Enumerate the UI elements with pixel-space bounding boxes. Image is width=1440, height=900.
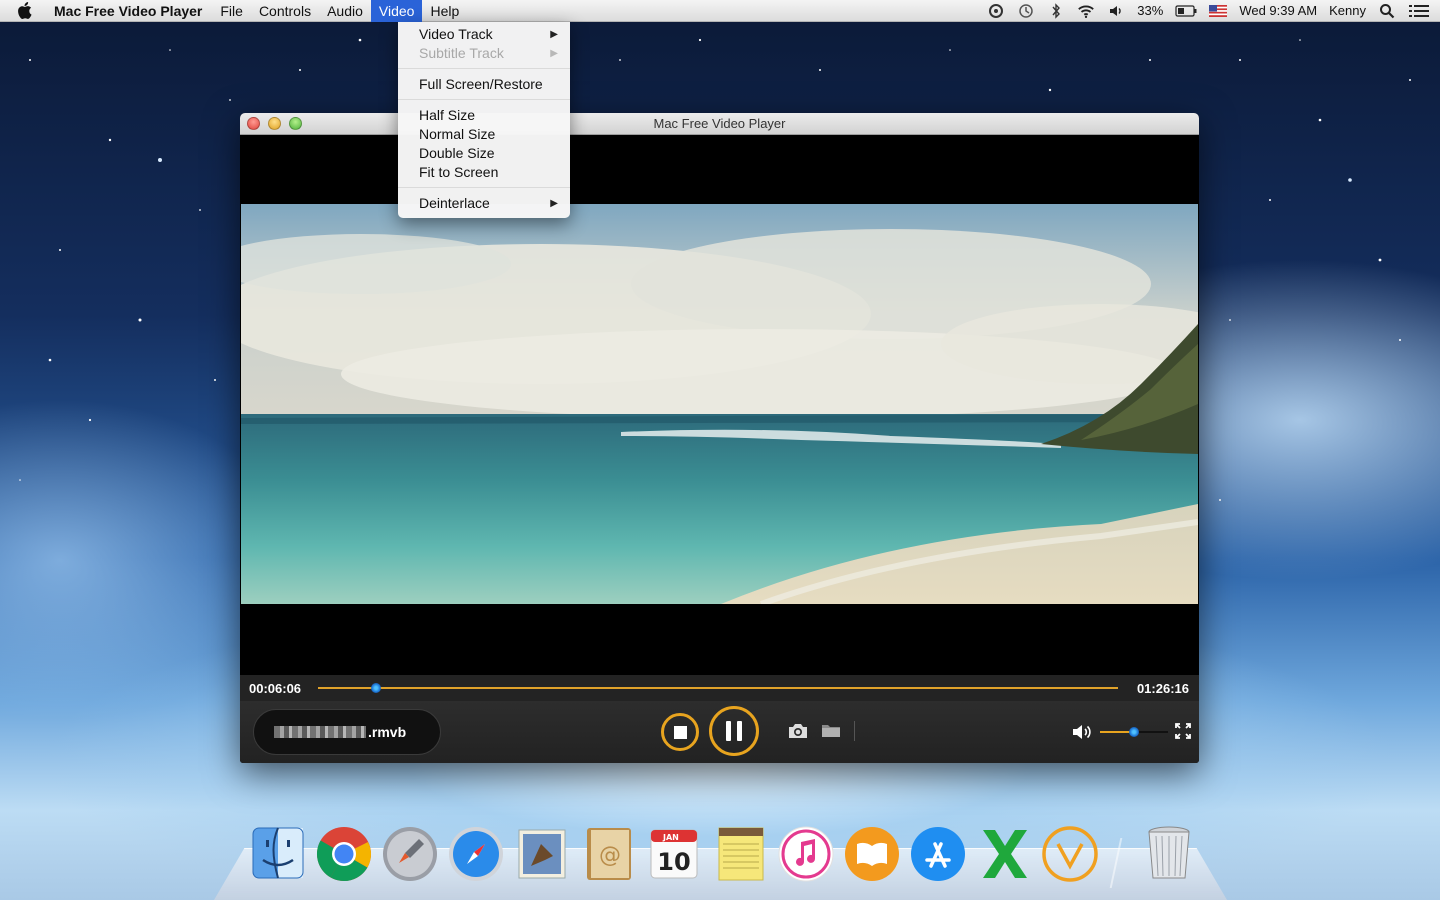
video-area[interactable] (241, 135, 1198, 675)
menu-item-label: Subtitle Track (419, 45, 504, 61)
search-icon[interactable] (1378, 2, 1396, 20)
total-time: 01:26:16 (1136, 680, 1189, 696)
menu-item-label: Half Size (419, 107, 476, 123)
dock: @ JAN 10 (245, 818, 1205, 888)
battery-icon[interactable] (1175, 2, 1197, 20)
menu-item-label: Normal Size (419, 126, 496, 142)
menu-bar: Mac Free Video Player File Controls Audi… (0, 0, 1440, 22)
fullscreen-icon[interactable] (1175, 723, 1191, 744)
menu-item-fit-to-screen[interactable]: Fit to Screen (398, 163, 570, 182)
app-store-icon[interactable] (909, 822, 967, 884)
mail-icon[interactable] (513, 822, 571, 884)
pause-button[interactable] (709, 706, 759, 756)
progress-row: 00:06:06 01:26:16 (240, 675, 1199, 701)
pause-icon (726, 721, 731, 741)
chrome-icon[interactable] (315, 822, 373, 884)
menu-item-label: Video Track (419, 26, 493, 42)
seek-bar[interactable] (318, 683, 1118, 693)
zoom-button[interactable] (289, 117, 302, 130)
volume-icon[interactable] (1107, 2, 1125, 20)
menu-item-subtitle-track: Subtitle Track ▶ (398, 44, 570, 63)
svg-text:@: @ (599, 843, 621, 868)
volume-icon[interactable] (1072, 723, 1094, 746)
video-frame (241, 204, 1198, 604)
status-area: 33% Wed 9:39 AM Kenny (987, 2, 1440, 20)
pause-icon (737, 721, 742, 741)
stop-button[interactable] (661, 713, 699, 751)
list-icon[interactable] (1408, 2, 1430, 20)
window-title: Mac Free Video Player (653, 116, 786, 131)
menu-item-label: Deinterlace (419, 195, 490, 211)
menu-item-full-screen[interactable]: Full Screen/Restore (398, 75, 570, 94)
submenu-arrow-icon: ▶ (550, 29, 558, 40)
apple-menu-icon[interactable] (0, 2, 48, 19)
notes-icon[interactable] (711, 822, 769, 884)
battery-percent: 33% (1137, 3, 1164, 18)
menu-item-deinterlace[interactable]: Deinterlace ▶ (398, 194, 570, 213)
beach-video-image (241, 204, 1198, 604)
menu-separator (398, 187, 570, 188)
menu-item-label: Double Size (419, 145, 495, 161)
bluetooth-icon[interactable] (1047, 2, 1065, 20)
submenu-arrow-icon: ▶ (550, 198, 558, 209)
snapshot-camera-icon[interactable] (787, 722, 809, 745)
excel-icon[interactable] (975, 822, 1033, 884)
calendar-icon[interactable]: JAN 10 (645, 822, 703, 884)
open-folder-icon[interactable] (821, 722, 841, 743)
launchpad-icon[interactable] (381, 822, 439, 884)
us-flag-icon[interactable] (1209, 2, 1228, 20)
menu-item-half-size[interactable]: Half Size (398, 106, 570, 125)
menu-item-label: Full Screen/Restore (419, 76, 543, 92)
submenu-arrow-icon: ▶ (550, 48, 558, 59)
menu-item-label: Fit to Screen (419, 164, 499, 180)
volume-slider[interactable] (1100, 727, 1168, 737)
player-window: Mac Free Video Player 00:06:06 01:26:16 … (240, 113, 1199, 763)
safari-icon[interactable] (447, 822, 505, 884)
menu-controls[interactable]: Controls (251, 0, 319, 22)
menu-video[interactable]: Video (370, 0, 423, 22)
wifi-icon[interactable] (1077, 2, 1095, 20)
window-controls (247, 117, 302, 130)
menu-separator (398, 68, 570, 69)
calendar-month-label: JAN (662, 833, 679, 842)
close-button[interactable] (247, 117, 260, 130)
app-name-menu[interactable]: Mac Free Video Player (48, 0, 212, 22)
menu-audio[interactable]: Audio (319, 0, 371, 22)
window-titlebar[interactable]: Mac Free Video Player (240, 113, 1199, 135)
finder-icon[interactable] (249, 822, 307, 884)
menu-item-normal-size[interactable]: Normal Size (398, 125, 570, 144)
menu-separator (398, 99, 570, 100)
trash-icon[interactable] (1140, 822, 1198, 884)
ibooks-icon[interactable] (843, 822, 901, 884)
file-extension: .rmvb (368, 724, 407, 740)
contacts-icon[interactable]: @ (579, 822, 637, 884)
volume-knob[interactable] (1129, 727, 1139, 737)
itunes-icon[interactable] (777, 822, 835, 884)
video-menu-dropdown: Video Track ▶ Subtitle Track ▶ Full Scre… (398, 22, 570, 218)
user-name[interactable]: Kenny (1329, 3, 1366, 18)
dock-separator (1109, 838, 1123, 888)
seek-knob[interactable] (370, 683, 381, 693)
menu-item-video-track[interactable]: Video Track ▶ (398, 25, 570, 44)
divider (854, 721, 855, 741)
blurred-filename (274, 726, 366, 738)
control-bar: .rmvb (240, 701, 1199, 763)
spotlight-like-icon[interactable] (987, 2, 1005, 20)
time-machine-icon[interactable] (1017, 2, 1035, 20)
menu-help[interactable]: Help (422, 0, 467, 22)
minimize-button[interactable] (268, 117, 281, 130)
menu-file[interactable]: File (212, 0, 251, 22)
file-name-pill: .rmvb (253, 709, 441, 755)
calendar-day-label: 10 (657, 848, 690, 876)
menu-item-double-size[interactable]: Double Size (398, 144, 570, 163)
stop-icon (673, 725, 687, 739)
current-time: 00:06:06 (249, 680, 302, 696)
clock[interactable]: Wed 9:39 AM (1239, 3, 1317, 18)
video-player-icon[interactable] (1041, 822, 1099, 884)
